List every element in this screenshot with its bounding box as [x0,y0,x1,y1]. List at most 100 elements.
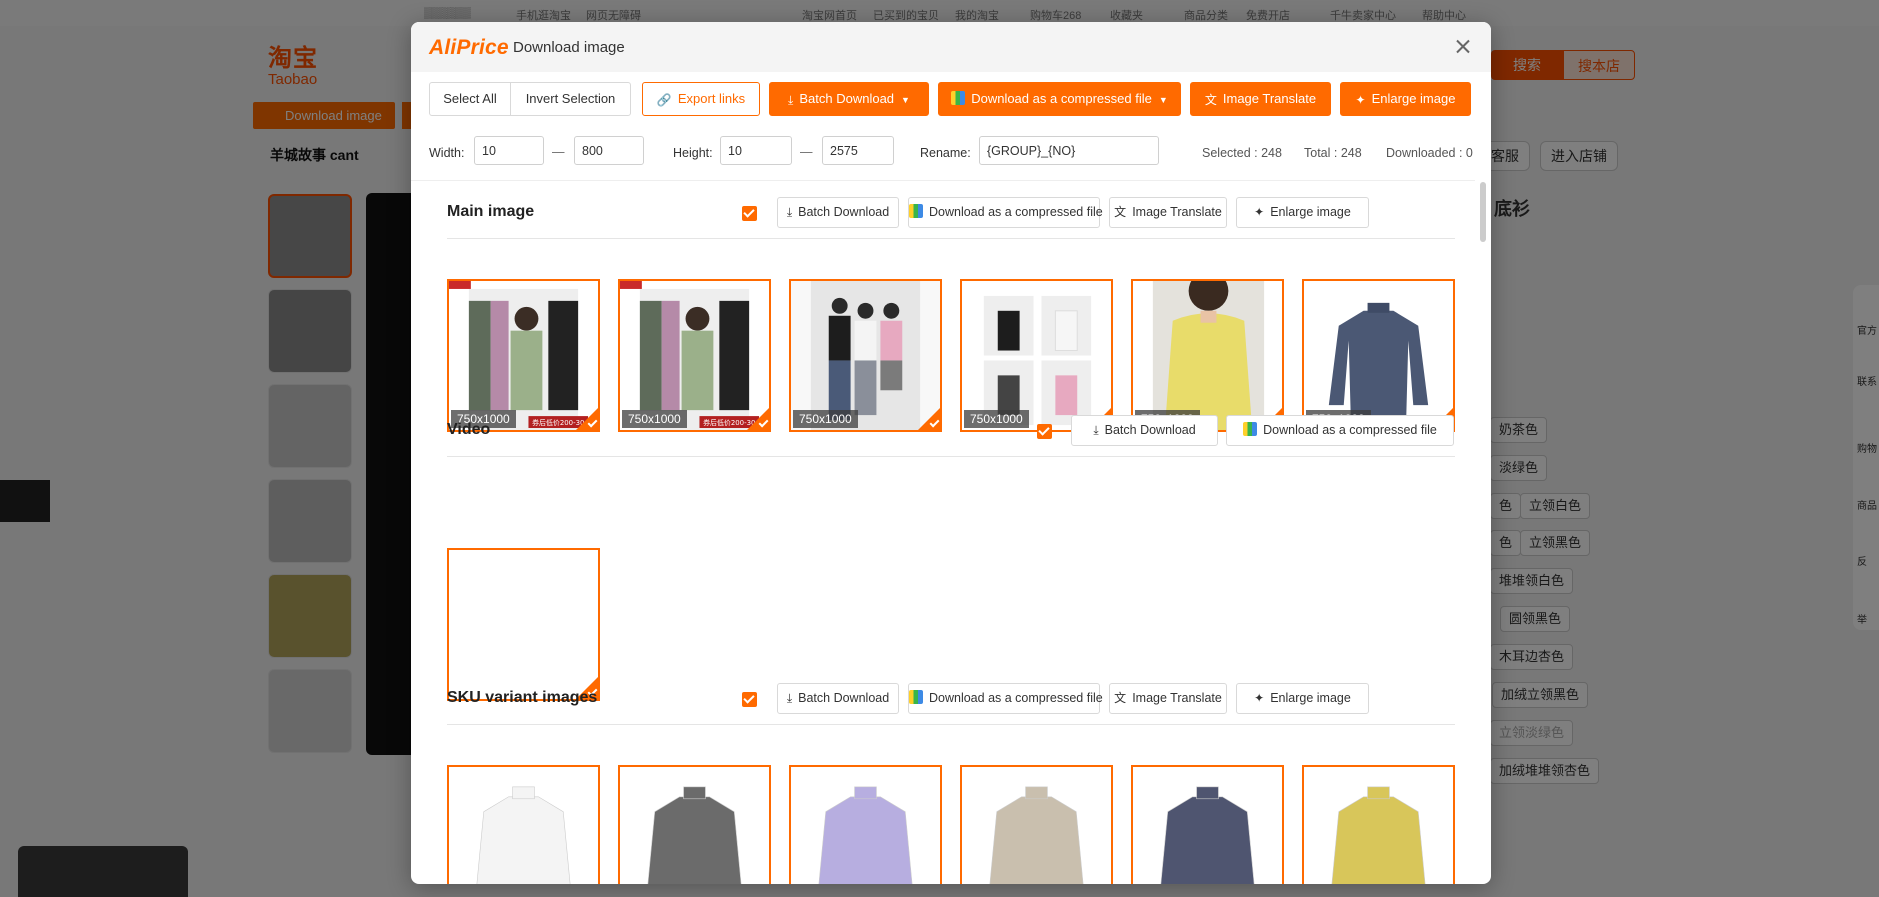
image-card[interactable]: 券后低价200-30 750x1000 [447,279,600,432]
button-label: Batch Download [798,691,890,705]
sku-product-photo [791,767,940,884]
enlarge-image-button[interactable]: ✦ Enlarge image [1340,82,1471,116]
button-label: Batch Download [1104,423,1196,437]
range-dash: — [800,145,813,159]
section-title-main: Main image [447,203,535,220]
sku-image-card[interactable] [960,765,1113,884]
sku-image-card[interactable] [618,765,771,884]
magic-wand-icon: ✦ [1254,205,1265,220]
zip-icon [909,690,923,704]
width-max-input[interactable] [574,136,644,165]
sku-product-photo [449,767,598,884]
download-icon: ⤓ [786,691,793,706]
image-card[interactable]: 750x1000 [1302,279,1455,432]
image-card[interactable]: 券后低价200-30 750x1000 [618,279,771,432]
image-size-label: 750x1000 [964,410,1029,428]
main-download-compressed-button[interactable]: Download as a compressed file [908,197,1103,228]
download-image-modal: AliPrice Download image Select All Inver… [411,22,1491,884]
section-divider [447,238,1455,239]
button-label: Download as a compressed file [929,205,1103,219]
chevron-down-icon: ▼ [901,94,910,105]
sku-product-photo [620,767,769,884]
select-all-button[interactable]: Select All [429,82,511,116]
sku-batch-download-button[interactable]: ⤓ Batch Download [777,683,899,714]
download-icon: ⤓ [1093,423,1099,438]
image-translate-label: Image Translate [1222,91,1317,106]
button-label: Download as a compressed file [1263,423,1437,437]
scrollbar-thumb[interactable] [1480,182,1486,242]
image-card[interactable]: 750x1000 [1131,279,1284,432]
section-divider [447,456,1455,457]
export-links-button[interactable]: 🔗 Export links [642,82,760,116]
sku-enlarge-image-button[interactable]: ✦ Enlarge image [1236,683,1369,714]
selected-count: Selected : 248 [1202,146,1282,160]
download-compressed-button[interactable]: Download as a compressed file ▼ [938,82,1181,116]
modal-title: Download image [513,39,625,56]
downloaded-count: Downloaded : 0 [1386,146,1473,160]
enlarge-image-label: Enlarge image [1371,91,1456,106]
height-label: Height: [673,146,713,160]
magic-wand-icon: ✦ [1254,691,1265,706]
filter-row: Width: — Height: — Rename: Selected : 24… [411,134,1491,174]
width-label: Width: [429,146,465,160]
translate-icon: 文 [1114,205,1127,220]
main-enlarge-image-button[interactable]: ✦ Enlarge image [1236,197,1369,228]
main-select-checkbox[interactable] [742,206,757,221]
magic-wand-icon: ✦ [1355,92,1366,107]
video-select-checkbox[interactable] [1037,424,1052,439]
image-translate-button[interactable]: 文 Image Translate [1190,82,1331,116]
batch-download-button[interactable]: ⤓ Batch Download ▼ [769,82,929,116]
sku-image-card[interactable] [1302,765,1455,884]
modal-scrollbar[interactable] [1479,180,1487,884]
button-label: Batch Download [798,205,890,219]
video-batch-download-button[interactable]: ⤓ Batch Download [1071,415,1218,446]
modal-body: Main image ⤓ Batch Download Download as a… [411,180,1475,884]
total-count: Total : 248 [1304,146,1362,160]
image-card[interactable]: 750x1000 [960,279,1113,432]
zip-icon [909,204,923,218]
chevron-down-icon: ▼ [1158,94,1168,105]
button-label: Image Translate [1132,205,1222,219]
video-card[interactable] [447,548,600,701]
main-batch-download-button[interactable]: ⤓ Batch Download [777,197,899,228]
button-label: Download as a compressed file [929,691,1103,705]
invert-selection-button[interactable]: Invert Selection [510,82,631,116]
export-links-label: Export links [677,91,746,106]
button-label: Enlarge image [1270,691,1351,705]
zip-icon [1243,422,1258,436]
sku-download-compressed-button[interactable]: Download as a compressed file [908,683,1103,714]
close-icon[interactable] [1451,35,1475,59]
sku-image-card[interactable] [789,765,942,884]
image-card[interactable]: 750x1000 [789,279,942,432]
height-max-input[interactable] [822,136,894,165]
download-icon: ⤓ [788,92,794,107]
aliprice-logo: AliPrice [429,36,509,59]
translate-icon: 文 [1204,92,1217,107]
range-dash: — [552,145,565,159]
video-download-compressed-button[interactable]: Download as a compressed file [1226,415,1454,446]
button-label: Image Translate [1132,691,1222,705]
sku-product-photo [1304,767,1453,884]
zip-icon [951,91,966,105]
batch-download-label: Batch Download [799,91,895,106]
width-min-input[interactable] [474,136,544,165]
section-title-video: Video [447,421,491,438]
modal-header: AliPrice Download image [411,22,1491,72]
rename-input[interactable] [979,136,1159,165]
button-label: Enlarge image [1270,205,1351,219]
sku-image-card[interactable] [447,765,600,884]
sku-image-translate-button[interactable]: 文 Image Translate [1109,683,1227,714]
sku-product-photo [962,767,1111,884]
section-divider [447,724,1455,725]
main-image-translate-button[interactable]: 文 Image Translate [1109,197,1227,228]
translate-icon: 文 [1114,691,1127,706]
download-compressed-label: Download as a compressed file [971,91,1152,106]
sku-image-card[interactable] [1131,765,1284,884]
section-title-sku: SKU variant images [447,689,598,706]
link-icon: 🔗 [656,92,672,107]
height-min-input[interactable] [720,136,792,165]
sku-product-photo [1133,767,1282,884]
image-size-label: 750x1000 [622,410,687,428]
sku-select-checkbox[interactable] [742,692,757,707]
download-icon: ⤓ [786,205,793,220]
